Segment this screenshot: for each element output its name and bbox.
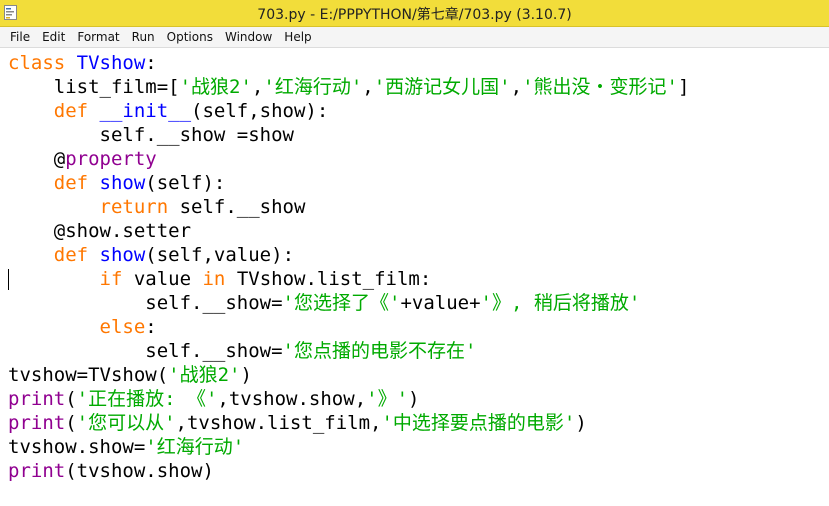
code-token: ) <box>575 412 587 434</box>
code-line: @property <box>8 147 689 171</box>
code-line: if value in TVshow.list_film: <box>8 267 689 291</box>
code-token: @show.setter <box>8 220 192 242</box>
code-editor[interactable]: class TVshow: list_film=['战狼2','红海行动','西… <box>0 49 829 506</box>
code-token: '熊出没・变形记' <box>522 76 678 98</box>
code-token: (self): <box>145 172 226 194</box>
code-line: @show.setter <box>8 219 689 243</box>
code-line: tvshow=TVshow('战狼2') <box>8 363 689 387</box>
code-line: tvshow.show='红海行动' <box>8 435 689 459</box>
code-line: list_film=['战狼2','红海行动','西游记女儿国','熊出没・变形… <box>8 75 690 99</box>
code-token: class <box>8 52 77 74</box>
code-token: '战狼2' <box>179 76 252 98</box>
code-text[interactable]: class TVshow: list_film=['战狼2','红海行动','西… <box>8 51 689 483</box>
code-token: '西游记女儿国' <box>373 76 511 98</box>
code-token: print <box>8 388 66 410</box>
code-token: def <box>53 172 100 194</box>
code-token: property <box>65 148 157 170</box>
code-token: '正在播放: 《' <box>76 388 218 410</box>
code-token: ,tvshow.show, <box>217 388 367 410</box>
code-token: , <box>251 76 264 98</box>
code-line: print('您可以从',tvshow.list_film,'中选择要点播的电影… <box>8 411 689 435</box>
code-token: tvshow=TVshow( <box>8 364 169 386</box>
menu-edit[interactable]: Edit <box>36 30 71 44</box>
code-token: '》' <box>366 388 409 410</box>
code-line: self.__show='您选择了《'+value+'》, 稍后将播放' <box>8 291 689 315</box>
window-title: 703.py - E:/PPPYTHON/第七章/703.py (3.10.7) <box>257 7 572 23</box>
title-bar: 703.py - E:/PPPYTHON/第七章/703.py (3.10.7) <box>0 0 829 27</box>
code-token: (self,value): <box>145 244 295 266</box>
code-token: (tvshow.show) <box>65 460 214 482</box>
menu-run[interactable]: Run <box>126 30 161 44</box>
code-line: print(tvshow.show) <box>8 459 689 483</box>
code-token: self.__show= <box>8 340 283 362</box>
code-line: self.__show =show <box>8 123 689 147</box>
code-token: self.__show <box>168 196 306 218</box>
code-token: +value+ <box>400 292 481 314</box>
code-token: list_film=[ <box>8 76 180 98</box>
code-line: def show(self): <box>8 171 689 195</box>
code-token: , <box>510 76 523 98</box>
code-token: '红海行动' <box>145 436 245 458</box>
code-token: '中选择要点播的电影' <box>381 412 576 434</box>
code-token: if <box>99 268 123 290</box>
code-token: self.__show =show <box>8 124 294 146</box>
code-token: def <box>53 244 100 266</box>
code-token: '战狼2' <box>168 364 241 386</box>
code-token: @ <box>8 148 66 170</box>
code-token: (self,show): <box>191 100 329 122</box>
menu-help[interactable]: Help <box>278 30 317 44</box>
code-token: print <box>8 412 66 434</box>
code-token: '您可以从' <box>76 412 176 434</box>
code-token: in <box>202 268 226 290</box>
menu-format[interactable]: Format <box>71 30 125 44</box>
menu-options[interactable]: Options <box>161 30 219 44</box>
code-token: '您选择了《' <box>282 292 401 314</box>
code-token: ] <box>677 76 690 98</box>
code-line: return self.__show <box>8 195 689 219</box>
code-token: TVshow <box>76 52 146 74</box>
code-token: value <box>122 268 203 290</box>
code-line: def show(self,value): <box>8 243 689 267</box>
code-token: ) <box>408 388 420 410</box>
code-line: print('正在播放: 《',tvshow.show,'》') <box>8 387 689 411</box>
code-token: ( <box>65 388 77 410</box>
code-line: def __init__(self,show): <box>8 99 689 123</box>
code-token: '您点播的电影不存在' <box>282 340 477 362</box>
code-token: ,tvshow.list_film, <box>175 412 382 434</box>
code-token: '》, 稍后将播放' <box>480 292 641 314</box>
code-line: class TVshow: <box>8 51 689 75</box>
menu-bar: File Edit Format Run Options Window Help <box>0 27 829 48</box>
code-token: '红海行动' <box>263 76 363 98</box>
code-token: : <box>145 52 157 74</box>
code-token: ( <box>65 412 77 434</box>
code-token: __init__ <box>99 100 192 122</box>
code-token: , <box>362 76 374 98</box>
code-line: self.__show='您点播的电影不存在' <box>8 339 689 363</box>
code-token: def <box>53 100 100 122</box>
code-token: TVshow.list_film: <box>225 268 432 290</box>
code-token: show <box>99 244 146 266</box>
code-token: show <box>99 172 146 194</box>
code-line: else: <box>8 315 689 339</box>
code-token: self.__show= <box>8 292 283 314</box>
code-token: : <box>145 316 157 338</box>
code-token: return <box>99 196 169 218</box>
code-token: ) <box>240 364 252 386</box>
menu-window[interactable]: Window <box>219 30 278 44</box>
code-token: else <box>99 316 146 338</box>
menu-file[interactable]: File <box>4 30 36 44</box>
code-token: tvshow.show= <box>8 436 146 458</box>
code-token: print <box>8 460 66 482</box>
